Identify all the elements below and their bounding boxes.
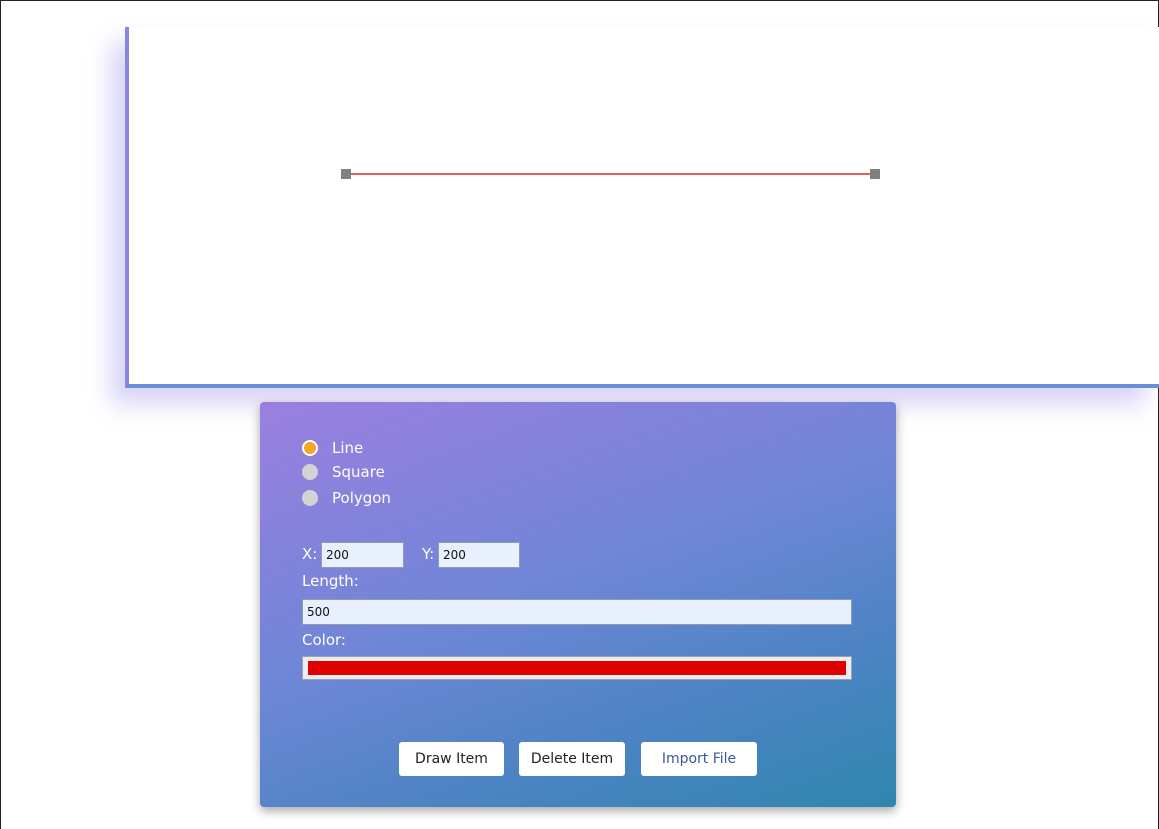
- radio-line[interactable]: Line: [302, 437, 363, 459]
- y-label: Y:: [422, 545, 435, 563]
- drawing-canvas[interactable]: [125, 27, 1159, 388]
- length-input[interactable]: [302, 599, 852, 625]
- length-label: Length:: [302, 572, 359, 590]
- radio-line-dot[interactable]: [302, 440, 318, 456]
- radio-line-label: Line: [332, 439, 364, 457]
- radio-square-dot[interactable]: [302, 464, 318, 480]
- canvas-svg: [341, 169, 880, 179]
- color-swatch: [308, 661, 846, 675]
- draw-item-button[interactable]: Draw Item: [399, 742, 504, 776]
- radio-square-label: Square: [332, 463, 385, 481]
- radio-polygon-dot[interactable]: [302, 490, 318, 506]
- radio-square[interactable]: Square: [302, 461, 385, 483]
- y-input[interactable]: [438, 542, 520, 568]
- color-picker[interactable]: [302, 656, 852, 680]
- radio-polygon-label: Polygon: [332, 489, 391, 507]
- radio-polygon[interactable]: Polygon: [302, 487, 391, 509]
- control-panel: Line Square Polygon X: Y: Length: Color:…: [260, 402, 896, 807]
- import-file-button[interactable]: Import File: [641, 742, 757, 776]
- x-label: X:: [302, 545, 318, 563]
- line-start-handle[interactable]: [341, 169, 351, 179]
- line-end-handle[interactable]: [870, 169, 880, 179]
- x-input[interactable]: [321, 542, 404, 568]
- delete-item-button[interactable]: Delete Item: [519, 742, 625, 776]
- color-label: Color:: [302, 631, 346, 649]
